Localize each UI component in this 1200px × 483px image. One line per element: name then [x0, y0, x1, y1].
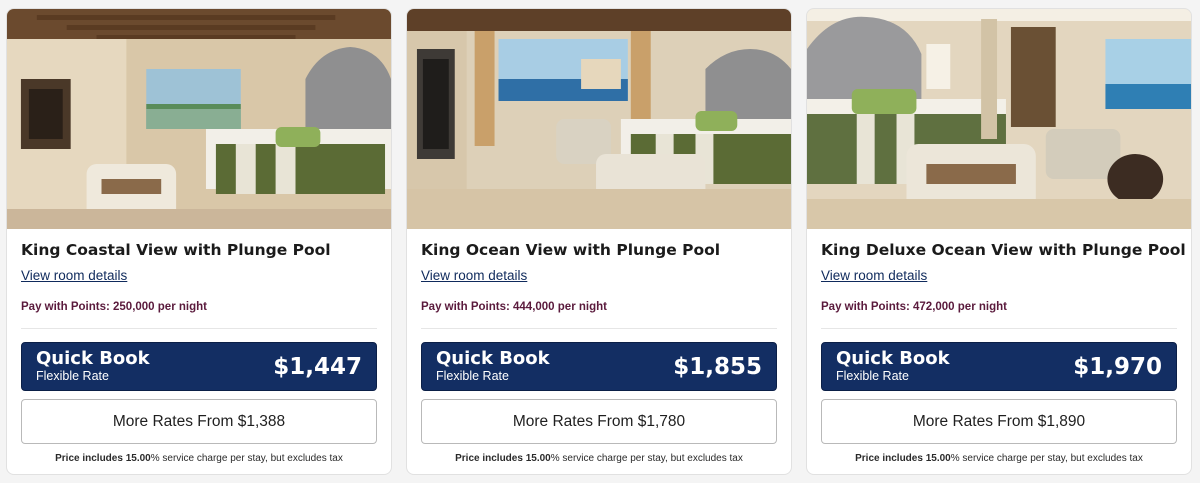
- divider: [821, 328, 1177, 329]
- quick-book-button[interactable]: Quick Book Flexible Rate $1,447: [21, 342, 377, 391]
- room-results: King Coastal View with Plunge Pool View …: [0, 0, 1200, 483]
- quick-book-button[interactable]: Quick Book Flexible Rate $1,855: [421, 342, 777, 391]
- price-note-bold: Price includes 15.00: [455, 453, 551, 464]
- price-note: Price includes 15.00% service charge per…: [21, 453, 377, 464]
- rate-type-label: Flexible Rate: [36, 369, 109, 384]
- room-title: King Deluxe Ocean View with Plunge Pool: [821, 241, 1186, 259]
- quick-book-button[interactable]: Quick Book Flexible Rate $1,970: [821, 342, 1177, 391]
- room-card: King Deluxe Ocean View with Plunge Pool …: [806, 8, 1192, 475]
- more-rates-button[interactable]: More Rates From $1,780: [421, 399, 777, 444]
- points-price: Pay with Points: 444,000 per night: [421, 301, 607, 313]
- price-note-bold: Price includes 15.00: [55, 453, 151, 464]
- view-room-details-link[interactable]: View room details: [821, 268, 927, 283]
- room-title: King Ocean View with Plunge Pool: [421, 241, 721, 259]
- quick-book-price: $1,447: [273, 353, 362, 380]
- quick-book-label: Quick Book: [36, 348, 150, 370]
- price-note-bold: Price includes 15.00: [855, 453, 951, 464]
- quick-book-label: Quick Book: [436, 348, 550, 370]
- room-card: King Ocean View with Plunge Pool View ro…: [406, 8, 792, 475]
- view-room-details-link[interactable]: View room details: [21, 268, 127, 283]
- quick-book-price: $1,970: [1073, 353, 1162, 380]
- quick-book-price: $1,855: [673, 353, 762, 380]
- room-photo[interactable]: [407, 9, 791, 229]
- more-rates-button[interactable]: More Rates From $1,890: [821, 399, 1177, 444]
- price-note-rest: % service charge per stay, but excludes …: [150, 453, 343, 464]
- room-photo[interactable]: [807, 9, 1191, 229]
- points-price: Pay with Points: 250,000 per night: [21, 301, 207, 313]
- view-room-details-link[interactable]: View room details: [421, 268, 527, 283]
- rate-type-label: Flexible Rate: [436, 369, 509, 384]
- price-note: Price includes 15.00% service charge per…: [821, 453, 1177, 464]
- room-photo[interactable]: [7, 9, 391, 229]
- room-card: King Coastal View with Plunge Pool View …: [6, 8, 392, 475]
- price-note-rest: % service charge per stay, but excludes …: [550, 453, 743, 464]
- divider: [421, 328, 777, 329]
- price-note-rest: % service charge per stay, but excludes …: [950, 453, 1143, 464]
- divider: [21, 328, 377, 329]
- room-title: King Coastal View with Plunge Pool: [21, 241, 331, 259]
- price-note: Price includes 15.00% service charge per…: [421, 453, 777, 464]
- quick-book-label: Quick Book: [836, 348, 950, 370]
- more-rates-button[interactable]: More Rates From $1,388: [21, 399, 377, 444]
- rate-type-label: Flexible Rate: [836, 369, 909, 384]
- points-price: Pay with Points: 472,000 per night: [821, 301, 1007, 313]
